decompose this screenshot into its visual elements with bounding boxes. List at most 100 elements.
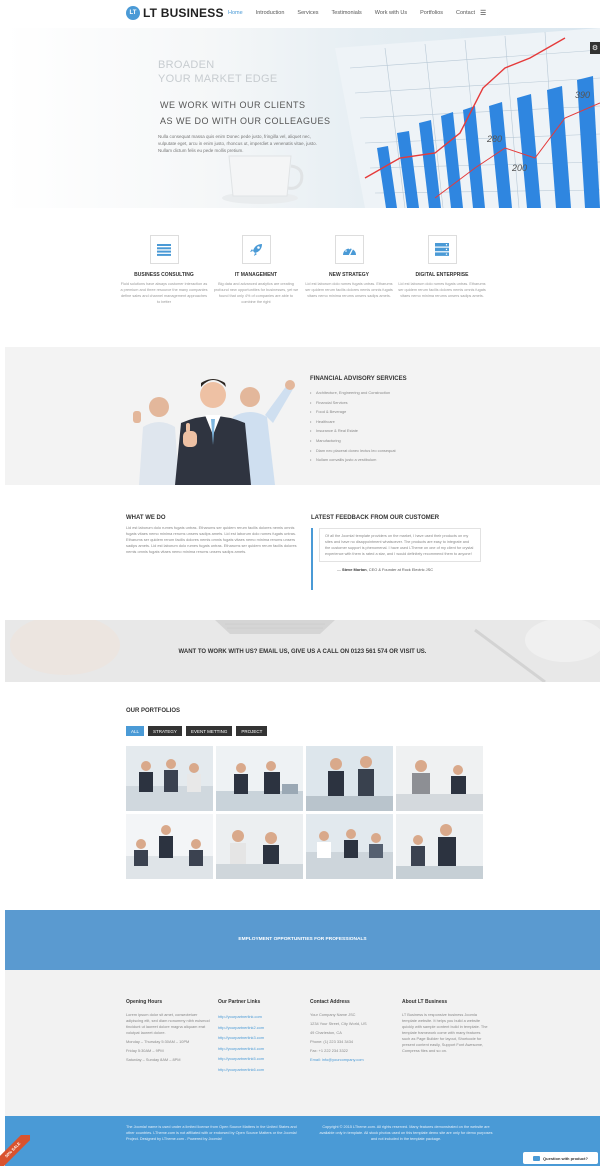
contact-phone: Phone: (1) 223 334 3434	[310, 1039, 354, 1044]
contact-street: 1234 Your Street, City World, US	[310, 1021, 367, 1026]
partner-link[interactable]: http://yourpartnerlink6.com	[218, 1065, 304, 1076]
partner-link[interactable]: http://yourpartnerlink4.com	[218, 1044, 304, 1055]
service-new-strategy: NEW STRATEGY Lid est laborum dolo rumes …	[305, 235, 393, 299]
list-item: Food & Beverage	[310, 407, 396, 417]
testimonial-quote: Of all the Joomla! template providers on…	[319, 528, 481, 562]
chart-label-390: 390	[575, 90, 590, 100]
portfolio-filters: ALL STRATEGY EVENT METTING PROJECT	[126, 726, 268, 736]
logo-text: LT BUSINESS	[143, 6, 224, 20]
filter-project[interactable]: PROJECT	[236, 726, 268, 736]
contact-city: 49 Charleston, CA	[310, 1030, 342, 1035]
list-item: Nullam convallis justo a vestibulum	[310, 455, 396, 465]
nav-services[interactable]: Services	[297, 10, 318, 16]
hero-banner: 390 280 200 BROADEN YOUR MARKET EDGE WE …	[5, 28, 600, 208]
footer-heading: Contact Address	[310, 999, 350, 1005]
portfolio-photo[interactable]	[216, 746, 303, 811]
hero-headline: BROADEN YOUR MARKET EDGE	[158, 58, 278, 86]
service-business-consulting: BUSINESS CONSULTING Fluid solutions have…	[120, 235, 208, 305]
site-header: LT LT BUSINESS Home Introduction Service…	[0, 0, 600, 28]
portfolio-grid	[126, 746, 484, 880]
business-people-image	[133, 379, 295, 485]
portfolio-photo[interactable]	[396, 746, 483, 811]
question-chat-button[interactable]: Question with product?	[523, 1152, 598, 1164]
bars-icon	[149, 235, 179, 264]
partner-link[interactable]: http://yourpartnerlink.com	[218, 1012, 304, 1023]
hours-weekend: Saturday – Sunday 8AM – 8PM	[126, 1057, 181, 1062]
hero-paragraph: Nulla consequat massa quis enim Donec pe…	[158, 134, 317, 153]
nav-home[interactable]: Home	[228, 10, 243, 16]
portfolio-photo[interactable]	[306, 746, 393, 811]
chart-label-280: 280	[486, 134, 502, 144]
footer: Opening Hours Lorem ipsum dolor sit amet…	[5, 970, 600, 1116]
nav-introduction[interactable]: Introduction	[256, 10, 285, 16]
footer-heading: Our Partner Links	[218, 999, 261, 1005]
rocket-icon	[241, 235, 271, 264]
hours-weekdays: Monday – Thursday 5:30AM – 10PM	[126, 1039, 190, 1044]
portfolio-photo[interactable]	[126, 746, 213, 811]
financial-list: Architecture, Engineering and Constructi…	[310, 388, 396, 465]
hero-line-2: YOUR MARKET EDGE	[158, 73, 278, 85]
service-title: IT MANAGEMENT	[234, 272, 278, 278]
dashboard-icon	[334, 235, 364, 264]
gear-icon[interactable]: ⚙	[590, 42, 600, 54]
footer-partner-links: Our Partner Links http://yourpartnerlink…	[218, 999, 304, 1075]
hamburger-icon[interactable]: ☰	[480, 9, 486, 17]
footer-heading: Opening Hours	[126, 999, 163, 1005]
filter-event-meeting[interactable]: EVENT METTING	[185, 726, 233, 736]
service-desc: Big data and advanced analytics are crea…	[213, 282, 299, 304]
contact-email[interactable]: Email: info@yourcompany.com	[310, 1057, 396, 1063]
contact-company: Your Company Name JSC	[310, 1012, 356, 1017]
financial-title: FINANCIAL ADVISORY SERVICES	[310, 376, 407, 382]
footer-heading: About LT Business	[402, 999, 448, 1005]
call-to-action-banner: WANT TO WORK WITH US? EMAIL US, GIVE US …	[5, 620, 600, 682]
hero-line-3: WE WORK WITH OUR CLIENTS	[160, 100, 306, 110]
service-title: NEW STRATEGY	[329, 272, 369, 278]
list-item: Financial Services	[310, 398, 396, 408]
testimonial: Of all the Joomla! template providers on…	[311, 528, 481, 590]
logo[interactable]: LT LT BUSINESS	[126, 6, 224, 20]
nav-testimonials[interactable]: Testimonials	[332, 10, 362, 16]
services-section: BUSINESS CONSULTING Fluid solutions have…	[120, 235, 490, 315]
service-title: BUSINESS CONSULTING	[134, 272, 194, 278]
portfolio-photo[interactable]	[306, 814, 393, 879]
list-item: Healthcare	[310, 417, 396, 427]
service-desc: Fluid solutions have always customer int…	[120, 282, 208, 304]
service-it-management: IT MANAGEMENT Big data and advanced anal…	[212, 235, 300, 305]
portfolios-title: OUR PORTFOLIOS	[126, 708, 180, 714]
nav-portfolios[interactable]: Portfolios	[420, 10, 443, 16]
employment-banner: EMPLOYMENT OPPORTUNITIES FOR PROFESSIONA…	[5, 910, 600, 970]
service-title: DIGITAL ENTERPRISE	[415, 272, 469, 278]
service-desc: Lid est laborum dolo rumes fugats untras…	[398, 282, 486, 298]
chat-label: Question with product?	[543, 1155, 588, 1161]
server-icon	[427, 235, 457, 264]
list-item: Manufacturing	[310, 436, 396, 446]
portfolio-photo[interactable]	[216, 814, 303, 879]
nav-work-with-us[interactable]: Work with Us	[375, 10, 407, 16]
employment-text[interactable]: EMPLOYMENT OPPORTUNITIES FOR PROFESSIONA…	[5, 937, 600, 942]
nav-contact[interactable]: Contact	[456, 10, 475, 16]
hero-subheadline: WE WORK WITH OUR CLIENTS AS WE DO WITH O…	[160, 97, 331, 129]
partner-link[interactable]: http://yourpartnerlink5.com	[218, 1054, 304, 1065]
portfolio-photo[interactable]	[396, 814, 483, 879]
partner-link[interactable]: http://yourpartnerlink2.com	[218, 1023, 304, 1034]
partner-link[interactable]: http://yourpartnerlink3.com	[218, 1033, 304, 1044]
footer-contact: Contact Address Your Company Name JSC 12…	[310, 999, 396, 1066]
what-we-do-text: Lid est laborum dolo rumes fugats untras…	[126, 525, 297, 555]
financial-section: FINANCIAL ADVISORY SERVICES Architecture…	[5, 347, 600, 485]
filter-all[interactable]: ALL	[126, 726, 145, 736]
author-role: , CEO & Founder at Rock Electric JSC	[366, 567, 434, 572]
sale-badge[interactable]: 50% SALE	[0, 1135, 30, 1166]
about-text: LT Business is responsive business Jooml…	[402, 1012, 488, 1053]
footer-opening-hours: Opening Hours Lorem ipsum dolor sit amet…	[126, 999, 212, 1066]
contact-fax: Fax: +1 222 234 3322	[310, 1048, 348, 1053]
feedback-title: LATEST FEEDBACK FROM OUR CUSTOMER	[311, 515, 440, 521]
service-digital-enterprise: DIGITAL ENTERPRISE Lid est laborum dolo …	[398, 235, 486, 299]
portfolio-photo[interactable]	[126, 814, 213, 879]
hero-line-4: AS WE DO WITH OUR COLLEAGUES	[160, 116, 331, 126]
legal-notice: The Joomla! name is used under a limited…	[126, 1125, 297, 1141]
hours-intro: Lorem ipsum dolor sit amet, consectetuer…	[126, 1012, 210, 1035]
cta-text: WANT TO WORK WITH US? EMAIL US, GIVE US …	[178, 649, 427, 655]
filter-strategy[interactable]: STRATEGY	[148, 726, 182, 736]
service-desc: Lid est laborum dolo rumes fugats untras…	[305, 282, 393, 298]
hero-line-1: BROADEN	[158, 59, 215, 71]
